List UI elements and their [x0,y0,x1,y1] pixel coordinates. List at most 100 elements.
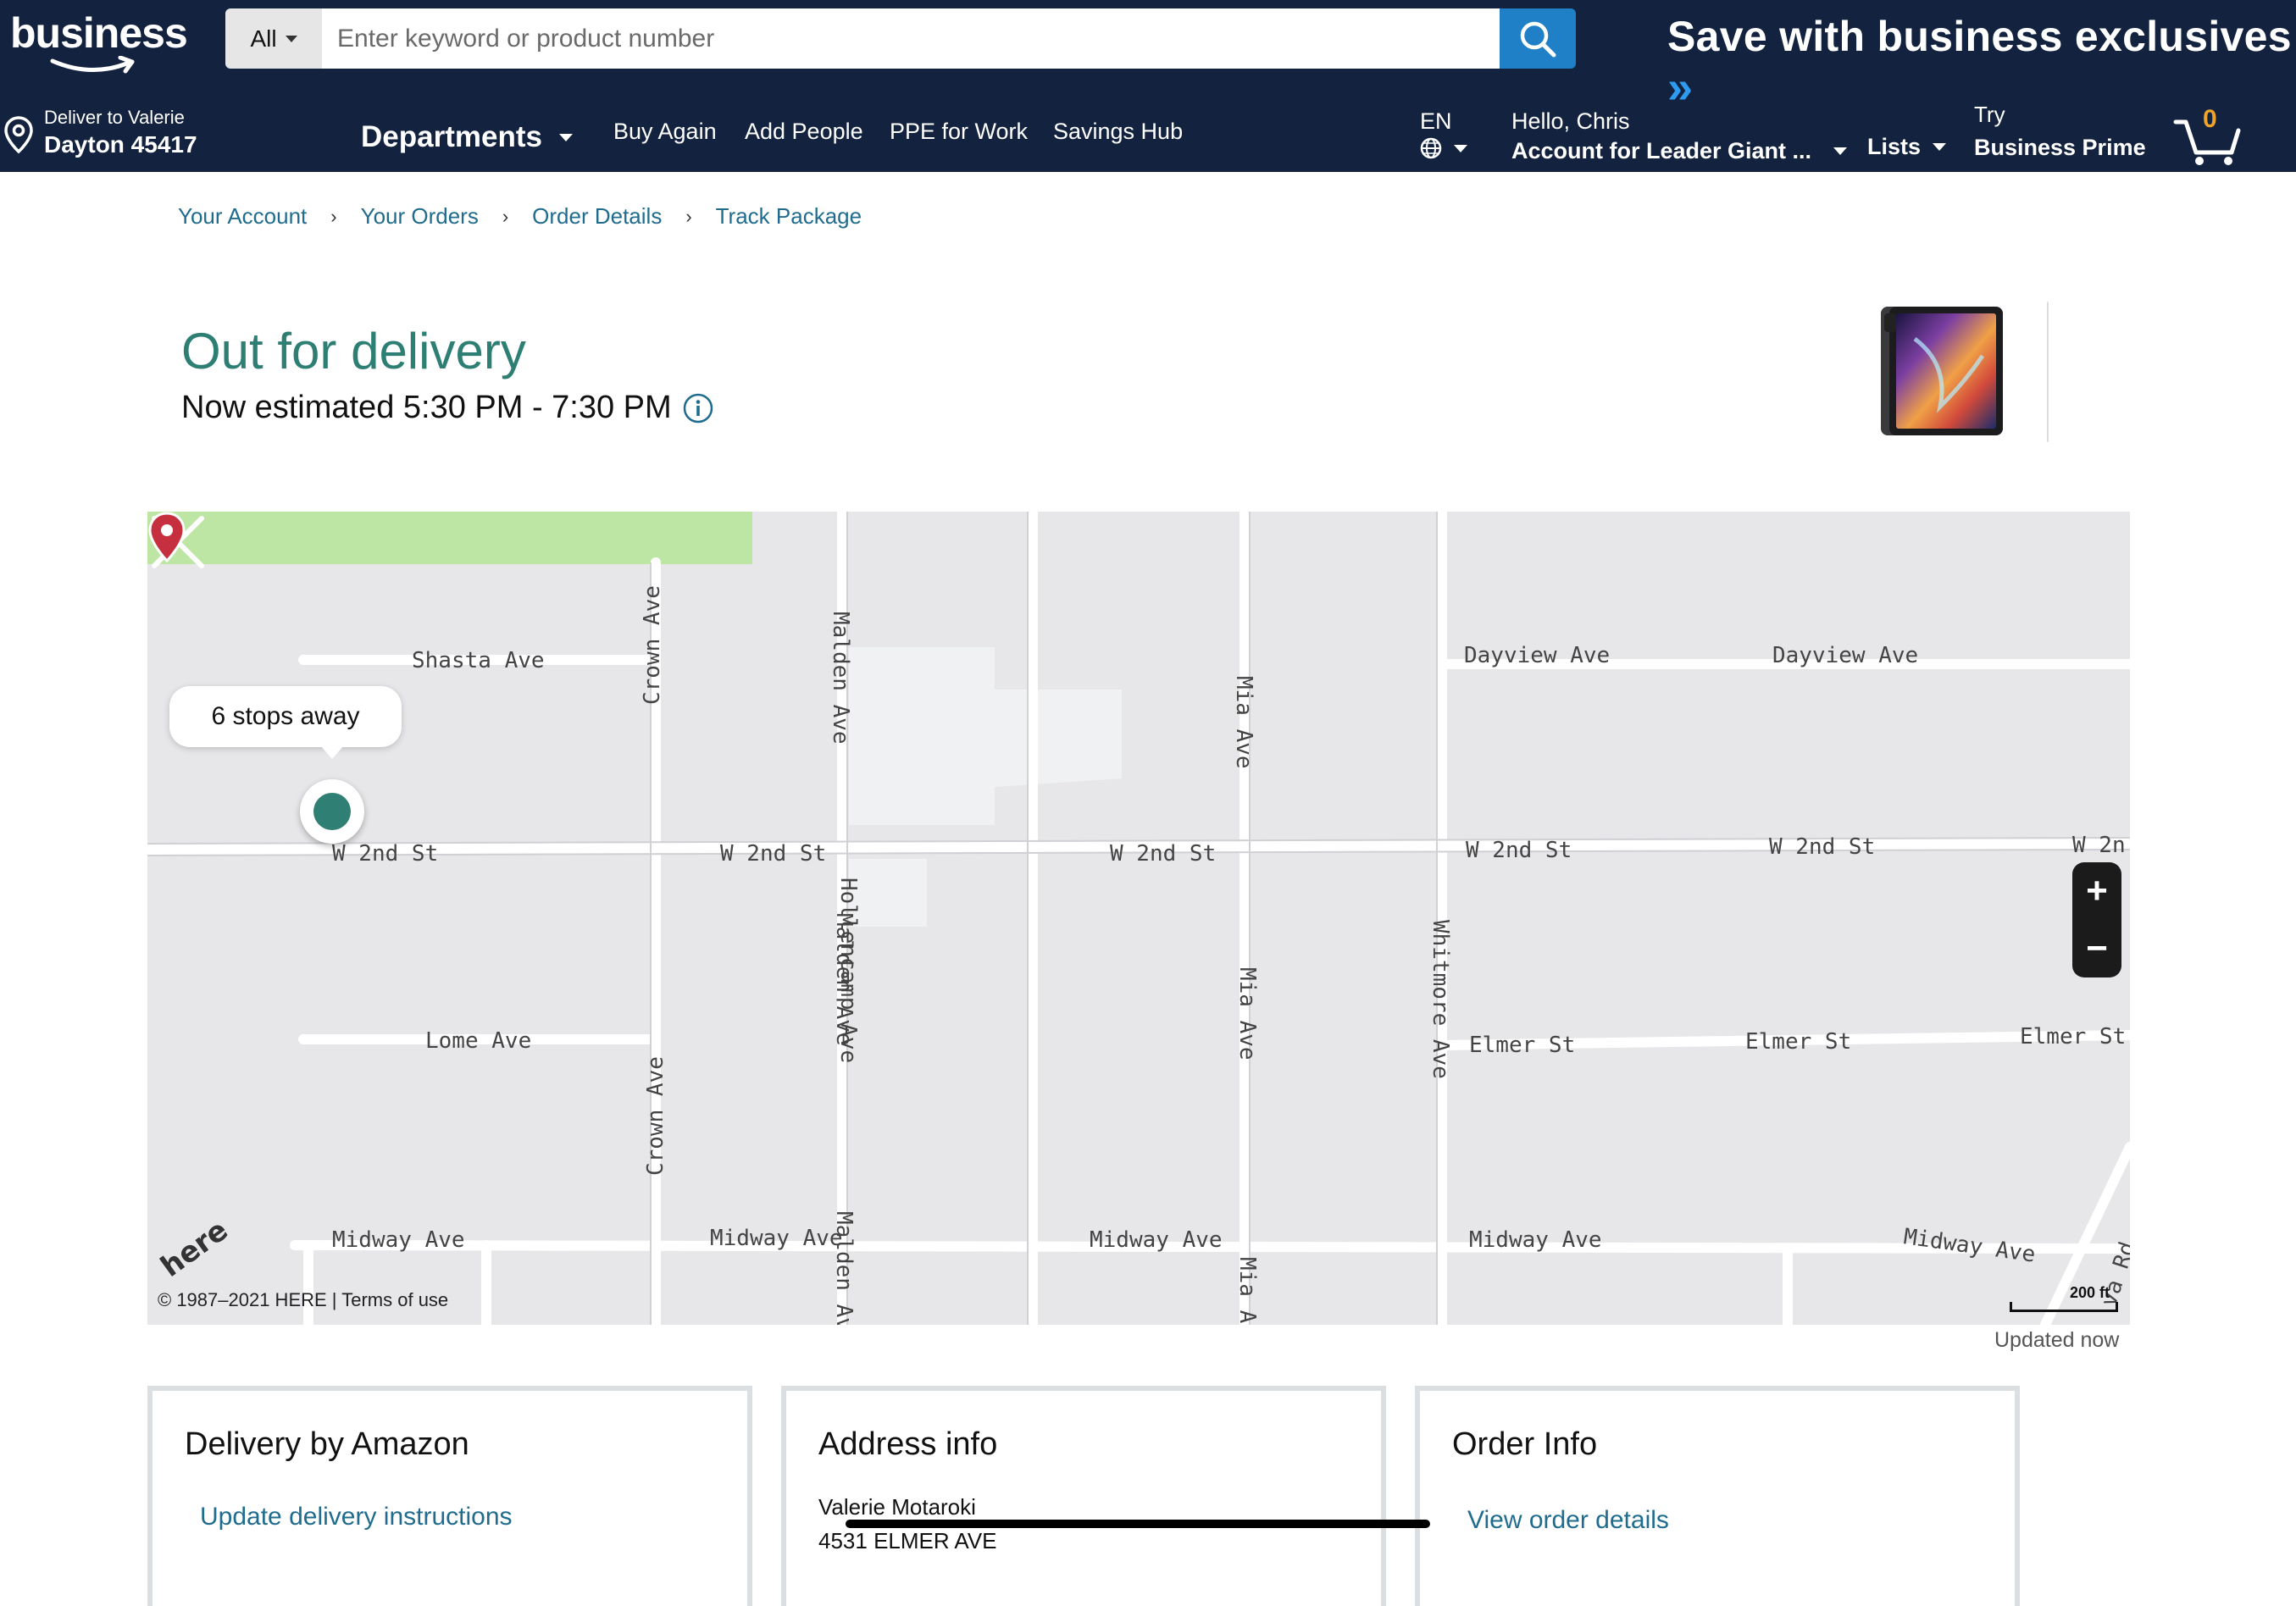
street-label-shasta-ave: Shasta Ave [412,648,545,673]
street-label-elmer-st: Elmer St [1469,1033,1575,1058]
street-label-mia-ave: Mia Ave [1231,676,1256,769]
street-label-elmer-st: Elmer St [2020,1024,2126,1049]
business-exclusives-promo[interactable]: Save with business exclusives » [1667,12,2296,114]
search-category-dropdown[interactable]: All [225,8,322,69]
map-scale: 200 ft [2010,1284,2118,1312]
cart-count-badge: 0 [2203,105,2217,133]
amazon-business-logo[interactable]: business [10,5,188,74]
delivery-card: Delivery by Amazon Update delivery instr… [147,1386,752,1606]
park-area [147,512,752,564]
chevron-down-icon [1833,147,1848,155]
street-label-w-2nd-st: W 2nd St [1110,841,1216,867]
street-label-w-2nd-st: W 2nd St [720,841,826,867]
promo-text: Save with business exclusives [1667,13,2292,60]
street-label-w-2n: W 2n [2072,833,2126,858]
map-scale-bar [2010,1302,2118,1312]
street-label-mia-a: Mia A [1234,1257,1260,1324]
tracking-map[interactable]: Shasta Ave W 2nd St W 2nd St W 2nd St W … [147,512,2130,1325]
street-label-whitmore-ave: Whitmore Ave [1428,920,1453,1079]
breadcrumb-separator: › [330,205,337,227]
breadcrumb-track-package[interactable]: Track Package [716,203,862,230]
search-category-label: All [250,25,277,52]
nav-savings-hub[interactable]: Savings Hub [1053,119,1183,145]
recipient-street: 4531 ELMER AVE [818,1528,997,1553]
street-label-midway-ave: Midway Ave [1902,1224,2037,1267]
address-card-title: Address info [818,1426,998,1462]
nav-add-people[interactable]: Add People [745,119,863,145]
try-label: Try [1974,102,2005,127]
account-menu[interactable]: Hello, Chris Account for Leader Giant ..… [1511,107,1848,166]
recipient-name: Valerie Motaroki [818,1494,976,1520]
deliver-to-location[interactable]: Deliver to Valerie Dayton 45417 [3,105,197,159]
breadcrumb-separator: › [502,205,509,227]
breadcrumb: Your Account › Your Orders › Order Detai… [178,203,862,230]
map-terms-link[interactable]: Terms of use [341,1289,448,1310]
location-pin-icon [4,116,33,154]
street-label-crown-ave: Crown Ave [643,1056,668,1176]
chevron-down-icon [285,35,297,42]
chevron-down-icon [558,133,573,141]
street-label-malden-ave: Malden Ave [828,612,853,745]
lists-menu[interactable]: Lists [1867,134,1947,160]
top-navigation-bar: business All Save with business exclusiv… [0,0,2296,172]
breadcrumb-your-account[interactable]: Your Account [178,203,307,230]
stops-away-tooltip: 6 stops away [169,686,402,759]
street-label-midway-ave: Midway Ave [710,1226,843,1251]
street-label-dayview-ave: Dayview Ave [1772,643,1918,668]
street-label-w-2nd-st: W 2nd St [332,841,438,867]
product-tablet-image[interactable] [1881,305,2003,437]
map-attribution-separator: | [326,1289,342,1310]
map-attribution: © 1987–2021 HERE | Terms of use [158,1289,448,1311]
search-button[interactable] [1500,8,1576,69]
street-label-elmer-st: Elmer St [1745,1029,1851,1055]
home-indicator [846,1520,1430,1528]
zoom-out-button[interactable]: − [2072,920,2121,977]
nav-buy-again[interactable]: Buy Again [613,119,717,145]
language-selector[interactable]: EN [1420,107,1467,159]
zoom-in-button[interactable]: + [2072,862,2121,920]
street-label-mia-ave: Mia Ave [1234,967,1260,1061]
chevron-down-icon [1454,144,1467,152]
deliver-to-city: Dayton 45417 [44,131,197,158]
double-chevron-right-icon: » [1667,62,1694,113]
map-updated-text: Updated now [1994,1328,2120,1352]
product-pencil-image[interactable] [2047,302,2052,442]
update-delivery-instructions-link[interactable]: Update delivery instructions [200,1503,513,1531]
logo-text: business [10,9,188,57]
cart-button[interactable]: 0 [2172,105,2243,168]
breadcrumb-separator: › [685,205,692,227]
road-network [147,512,2130,1325]
driver-location-marker[interactable] [300,779,364,844]
account-name: Account for Leader Giant ... [1511,138,1812,163]
breadcrumb-your-orders[interactable]: Your Orders [361,203,479,230]
try-business-prime-link[interactable]: Try Business Prime [1974,100,2146,163]
deliver-to-label: Deliver to Valerie [44,107,185,128]
search-input[interactable] [322,8,1500,69]
language-code: EN [1420,108,1452,134]
delivery-estimate-text: Now estimated 5:30 PM - 7:30 PM [181,390,672,425]
delivery-status-title: Out for delivery [181,323,526,379]
view-order-details-link[interactable]: View order details [1467,1506,1669,1535]
order-info-card-title: Order Info [1452,1426,1598,1462]
search-bar: All [225,8,1576,69]
street-label-crown-ave: Crown Ave [640,585,665,705]
lists-label: Lists [1867,134,1922,159]
street-label-malden-av: Malden Av [831,1211,857,1325]
street-label-w-2nd-st: W 2nd St [1466,838,1572,863]
delivery-card-title: Delivery by Amazon [185,1426,469,1462]
street-label-midway-ave: Midway Ave [1469,1227,1602,1253]
business-prime-label: Business Prime [1974,135,2146,160]
street-label-midway-ave: Midway Ave [332,1227,465,1253]
order-info-card: Order Info View order details [1415,1386,2020,1606]
departments-menu[interactable]: Departments [361,120,573,154]
map-streets: Shasta Ave W 2nd St W 2nd St W 2nd St W … [147,512,2130,1325]
street-label-w-2nd-st: W 2nd St [1769,834,1875,860]
account-greeting: Hello, Chris [1511,108,1630,134]
street-label-midway-ave: Midway Ave [1090,1227,1223,1253]
breadcrumb-order-details[interactable]: Order Details [532,203,662,230]
nav-ppe-for-work[interactable]: PPE for Work [890,119,1028,145]
address-card: Address info Valerie Motaroki 4531 ELMER… [781,1386,1386,1606]
destination-pin-icon[interactable] [147,512,186,564]
info-icon[interactable] [682,392,714,424]
map-zoom-control: + − [2072,862,2121,977]
